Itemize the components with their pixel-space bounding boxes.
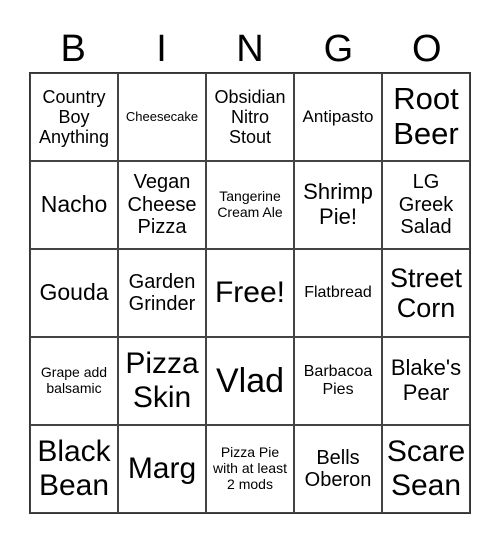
bingo-cell[interactable]: Grape add balsamic <box>30 337 118 425</box>
bingo-cell[interactable]: Shrimp Pie! <box>294 161 382 249</box>
bingo-cell[interactable]: Gouda <box>30 249 118 337</box>
header-letter-i: I <box>156 28 167 70</box>
bingo-cell[interactable]: Barbacoa Pies <box>294 337 382 425</box>
bingo-cell[interactable]: Pizza Pie with at least 2 mods <box>206 425 294 513</box>
bingo-cell[interactable]: Country Boy Anything <box>30 73 118 161</box>
header-letter-n: N <box>236 28 264 70</box>
bingo-cell[interactable]: Cheesecake <box>118 73 206 161</box>
header-letter-b: B <box>60 28 86 70</box>
bingo-cell[interactable]: Vegan Cheese Pizza <box>118 161 206 249</box>
bingo-cell[interactable]: Street Corn <box>382 249 470 337</box>
bingo-cell[interactable]: Antipasto <box>294 73 382 161</box>
bingo-cell[interactable]: Blake's Pear <box>382 337 470 425</box>
bingo-cell[interactable]: Marg <box>118 425 206 513</box>
bingo-cell[interactable]: Pizza Skin <box>118 337 206 425</box>
bingo-cell[interactable]: Flatbread <box>294 249 382 337</box>
header-letter-o: O <box>411 28 442 70</box>
bingo-cell[interactable]: Scare Sean <box>382 425 470 513</box>
bingo-cell[interactable]: Free! <box>206 249 294 337</box>
bingo-cell[interactable]: Garden Grinder <box>118 249 206 337</box>
bingo-cell[interactable]: Obsidian Nitro Stout <box>206 73 294 161</box>
bingo-cell[interactable]: LG Greek Salad <box>382 161 470 249</box>
bingo-header: B I N G O <box>29 26 471 72</box>
bingo-cell[interactable]: Nacho <box>30 161 118 249</box>
header-letter-g: G <box>323 28 354 70</box>
bingo-cell[interactable]: Vlad <box>206 337 294 425</box>
bingo-cell[interactable]: Bells Oberon <box>294 425 382 513</box>
bingo-cell[interactable]: Black Bean <box>30 425 118 513</box>
bingo-cell[interactable]: Root Beer <box>382 73 470 161</box>
bingo-card: Country Boy Anything Cheesecake Obsidian N… <box>29 72 471 514</box>
bingo-cell[interactable]: Tangerine Cream Ale <box>206 161 294 249</box>
